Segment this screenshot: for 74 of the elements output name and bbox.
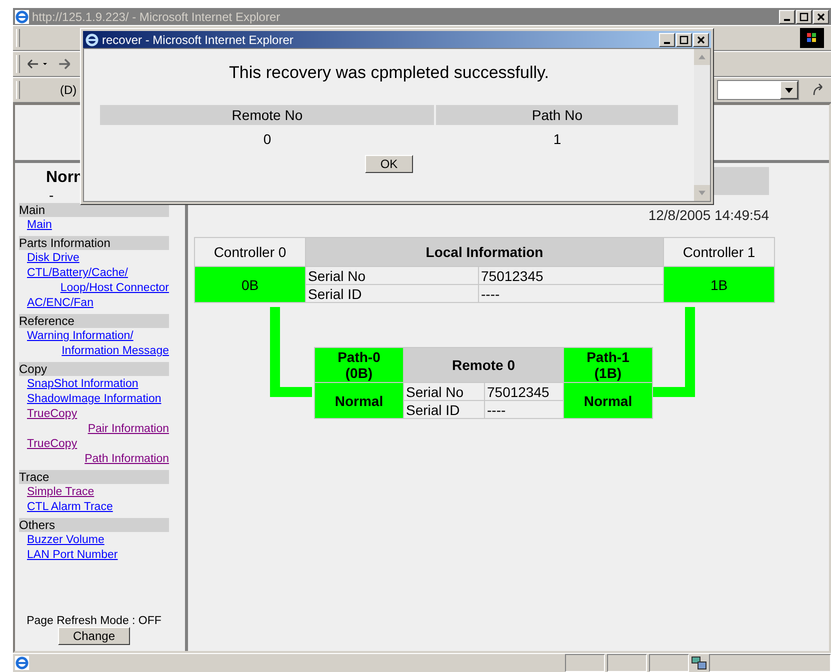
address-label: (D) (60, 83, 77, 97)
status-pane (565, 654, 605, 672)
section-heading: Trace (19, 470, 169, 484)
sidebar-link[interactable]: LAN Port Number (27, 549, 118, 561)
sidebar-link[interactable]: Path Information (84, 453, 169, 465)
sidebar-link[interactable]: CTL/Battery/Cache/ (27, 267, 128, 279)
table-header: Remote 0 (404, 348, 564, 382)
change-button[interactable]: Change (58, 627, 130, 645)
forward-button[interactable] (58, 57, 72, 71)
browser-logo-icon (85, 32, 99, 46)
sidebar-link[interactable]: SnapShot Information (27, 378, 138, 390)
section-heading: Reference (19, 314, 169, 328)
table-cell: Serial ID (306, 284, 478, 302)
maximize-button[interactable] (796, 10, 812, 24)
sidebar-link[interactable]: Simple Trace (27, 486, 94, 498)
timestamp: 12/8/2005 14:49:54 (647, 207, 769, 223)
controller-label: Controller 0 (194, 238, 306, 266)
port-status: 0B (194, 266, 306, 302)
dropdown-button[interactable] (780, 81, 798, 99)
port-status: 1B (664, 266, 774, 302)
close-button[interactable] (693, 32, 709, 46)
sidebar-link[interactable]: Information Message (62, 345, 169, 357)
sidebar-link[interactable]: ShadowImage Information (27, 393, 162, 405)
minimize-icon (784, 18, 790, 20)
sidebar-link[interactable]: AC/ENC/Fan (27, 297, 94, 309)
network-zone-icon (691, 655, 707, 671)
ok-button[interactable]: OK (365, 155, 413, 173)
go-button[interactable] (811, 83, 825, 97)
maximize-button[interactable] (676, 32, 692, 46)
section-heading: Parts Information (19, 236, 169, 250)
column-header: Remote No (100, 105, 434, 125)
column-header: Path No (436, 105, 678, 125)
maximize-icon (679, 34, 689, 44)
sidebar-link[interactable]: Loop/Host Connector (60, 282, 169, 294)
sidebar-link[interactable]: Disk Drive (27, 252, 80, 264)
section-heading: Others (19, 518, 169, 532)
path-status: Normal (314, 382, 404, 418)
close-button[interactable] (813, 10, 829, 24)
address-field[interactable] (717, 80, 799, 100)
table-cell: Serial No (404, 382, 484, 400)
sidebar-link[interactable]: TrueCopy (27, 408, 78, 420)
table-cell: 75012345 (484, 382, 564, 400)
table-header: Local Information (306, 238, 664, 266)
caret-icon (785, 88, 793, 92)
maximize-icon (799, 12, 809, 22)
success-message: This recovery was cpmpleted successfully. (229, 63, 549, 83)
status-pane (649, 654, 689, 672)
path-status: Normal (564, 382, 652, 418)
table-cell-text: 1 (552, 130, 562, 149)
path-label: Path-1 (1B) (564, 348, 652, 382)
close-icon (696, 34, 706, 44)
dialog-title: recover - Microsoft Internet Explorer (102, 32, 294, 46)
window-title: http://125.1.9.223/ - Microsoft Internet Explorer (32, 10, 280, 24)
sidebar-link[interactable]: CTL Alarm Trace (27, 501, 113, 513)
sidebar-link[interactable]: Buzzer Volume (27, 534, 104, 546)
sidebar-link[interactable]: Warning Information/ (27, 330, 134, 342)
sidebar-link[interactable]: Main (27, 219, 52, 231)
path-label: Path-0 (0B) (314, 348, 404, 382)
table-cell: Serial No (306, 266, 478, 284)
windows-logo-icon (799, 28, 825, 48)
close-icon (816, 12, 826, 22)
minimize-button[interactable] (779, 10, 795, 24)
sidebar-link[interactable]: TrueCopy (27, 438, 78, 450)
table-cell: 75012345 (478, 266, 664, 284)
sidebar-link[interactable]: Pair Information (88, 423, 169, 435)
table-cell-text: 0 (262, 130, 272, 149)
section-heading: Main (19, 203, 169, 217)
minimize-icon (664, 42, 670, 44)
minimize-button[interactable] (659, 32, 675, 46)
section-heading: Copy (19, 362, 169, 376)
status-pane (607, 654, 647, 672)
table-cell: Serial ID (404, 400, 484, 418)
page-subtitle: - (48, 187, 55, 203)
refresh-mode-text: Page Refresh Mode : OFF (26, 615, 162, 627)
